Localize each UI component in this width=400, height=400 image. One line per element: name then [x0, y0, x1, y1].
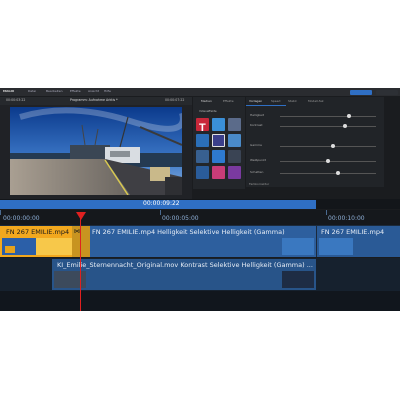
ruler-tick — [326, 210, 327, 215]
speed-effect-tile[interactable] — [196, 166, 209, 179]
text-t-icon: T — [199, 122, 206, 134]
menu-item-view[interactable]: Ansicht — [88, 90, 99, 93]
clip-waveform-area — [36, 238, 72, 255]
property-label: Weißpunkt — [250, 158, 266, 162]
ai-effect-tile[interactable] — [228, 118, 241, 131]
clip-2-thumbnail — [319, 238, 353, 255]
transition-block[interactable]: ⋈ — [72, 226, 90, 257]
empty-track — [0, 291, 400, 311]
clip-sternennacht[interactable]: KI_Emilie_Sternennacht_Original.mov Kont… — [52, 259, 316, 290]
property-label: Kontrast — [250, 123, 263, 127]
tab-media[interactable]: Medien — [201, 100, 212, 103]
property-row: Helligkeit — [250, 113, 380, 119]
clip-sternennacht-label: KI_Emilie_Sternennacht_Original.mov Kont… — [57, 261, 313, 269]
property-row: Kontrast — [250, 123, 380, 129]
export-button[interactable] — [350, 90, 372, 95]
ruler-tick — [160, 210, 161, 215]
property-label: Helligkeit — [250, 113, 264, 117]
preview-title: Programm: Aufnahme Arktis * — [70, 98, 118, 102]
property-row: Weißpunkt — [250, 158, 380, 164]
thumbnail-detail — [5, 246, 15, 253]
property-row: Gamma — [250, 143, 380, 149]
props-tab-1[interactable]: Vorlagen — [249, 100, 262, 103]
stabilize-effect-tile[interactable] — [212, 150, 225, 163]
motion-effect-tile[interactable] — [228, 134, 241, 147]
clip-sternennacht-thumbnail — [54, 271, 86, 288]
tab-effects[interactable]: Effekte — [223, 100, 234, 103]
property-label: Schatten — [250, 170, 264, 174]
preview-header: 00:00:03:22 Programm: Aufnahme Arktis * … — [0, 97, 192, 105]
ruler-label-10: 00:00:10:00 — [328, 215, 365, 222]
clip-emilie-2[interactable]: FN 267 EMILIE.mp4 — [317, 226, 400, 257]
clip-emilie-label: FN 267 EMILIE.mp4 — [6, 228, 70, 236]
title-effect-tile[interactable]: T — [196, 118, 209, 134]
slider-track[interactable] — [280, 173, 376, 174]
crop-effect-tile[interactable] — [228, 150, 241, 163]
menu-item-effects[interactable]: Effekte — [70, 90, 81, 93]
menu-item-file[interactable]: Datei — [28, 90, 36, 93]
clip-effects-label: FN 267 EMILIE.mp4 Helligkeit Selektive H… — [92, 228, 285, 236]
slider-knob[interactable] — [330, 144, 335, 148]
app-logo: MAGIX — [3, 89, 15, 93]
menu-bar: MAGIX Datei Bearbeiten Effekte Ansicht H… — [0, 88, 400, 96]
effects-section-label: Videoeffekte — [199, 109, 217, 113]
slider-track[interactable] — [280, 146, 376, 147]
props-tab-2[interactable]: Speed — [271, 100, 280, 103]
clip-emilie-selected[interactable]: FN 267 EMILIE.mp4 — [0, 226, 72, 257]
slider-knob[interactable] — [335, 171, 340, 175]
preview-timecode-right: 00:00:07:22 — [165, 98, 185, 102]
preview-timecode-left: 00:00:03:22 — [6, 98, 26, 102]
svg-text:T: T — [199, 122, 206, 133]
active-tab-underline — [246, 105, 286, 106]
slider-knob[interactable] — [343, 124, 348, 128]
property-row: Schatten — [250, 170, 380, 176]
slider-knob[interactable] — [326, 159, 330, 163]
effects-grid: T — [196, 118, 242, 188]
color-effect-tile[interactable] — [212, 118, 225, 131]
props-footer-label: Farbkorrektur — [249, 182, 270, 186]
secondary-button[interactable] — [376, 90, 398, 95]
clip-thumbnail-end — [282, 238, 314, 255]
playhead-marker[interactable] — [76, 212, 86, 220]
props-tab-4[interactable]: Modell-fak — [308, 100, 324, 103]
filter-effect-tile[interactable] — [228, 166, 241, 179]
audio-effect-tile[interactable] — [196, 150, 209, 163]
selected-effect-tile[interactable] — [212, 134, 225, 147]
slider-knob[interactable] — [347, 114, 352, 118]
preview-video-frame[interactable] — [10, 107, 182, 195]
slider-track[interactable] — [280, 126, 376, 127]
slider-track[interactable] — [280, 116, 376, 117]
playhead-line[interactable] — [80, 217, 81, 311]
current-timecode: 00:00:09:22 — [143, 200, 180, 207]
transition-effect-tile[interactable] — [196, 134, 209, 147]
menu-item-edit[interactable]: Bearbeiten — [46, 90, 62, 93]
harbor-scene-image — [10, 107, 182, 195]
ruler-tick — [0, 210, 1, 215]
timeline-ruler[interactable]: 00:00:00:00 00:00:05:00 00:00:10:00 — [0, 210, 400, 225]
ruler-label-0: 00:00:00:00 — [3, 215, 40, 222]
design-effect-tile[interactable] — [212, 166, 225, 179]
clip-emilie-2-label: FN 267 EMILIE.mp4 — [321, 228, 385, 236]
ruler-label-5: 00:00:05:00 — [162, 215, 199, 222]
props-tab-3[interactable]: Stabil — [288, 100, 297, 103]
property-label: Gamma — [250, 143, 262, 147]
clip-emilie-effects[interactable]: FN 267 EMILIE.mp4 Helligkeit Selektive H… — [90, 226, 316, 257]
menu-item-help[interactable]: Hilfe — [104, 90, 111, 93]
clip-sternennacht-thumbnail-end — [282, 271, 314, 288]
